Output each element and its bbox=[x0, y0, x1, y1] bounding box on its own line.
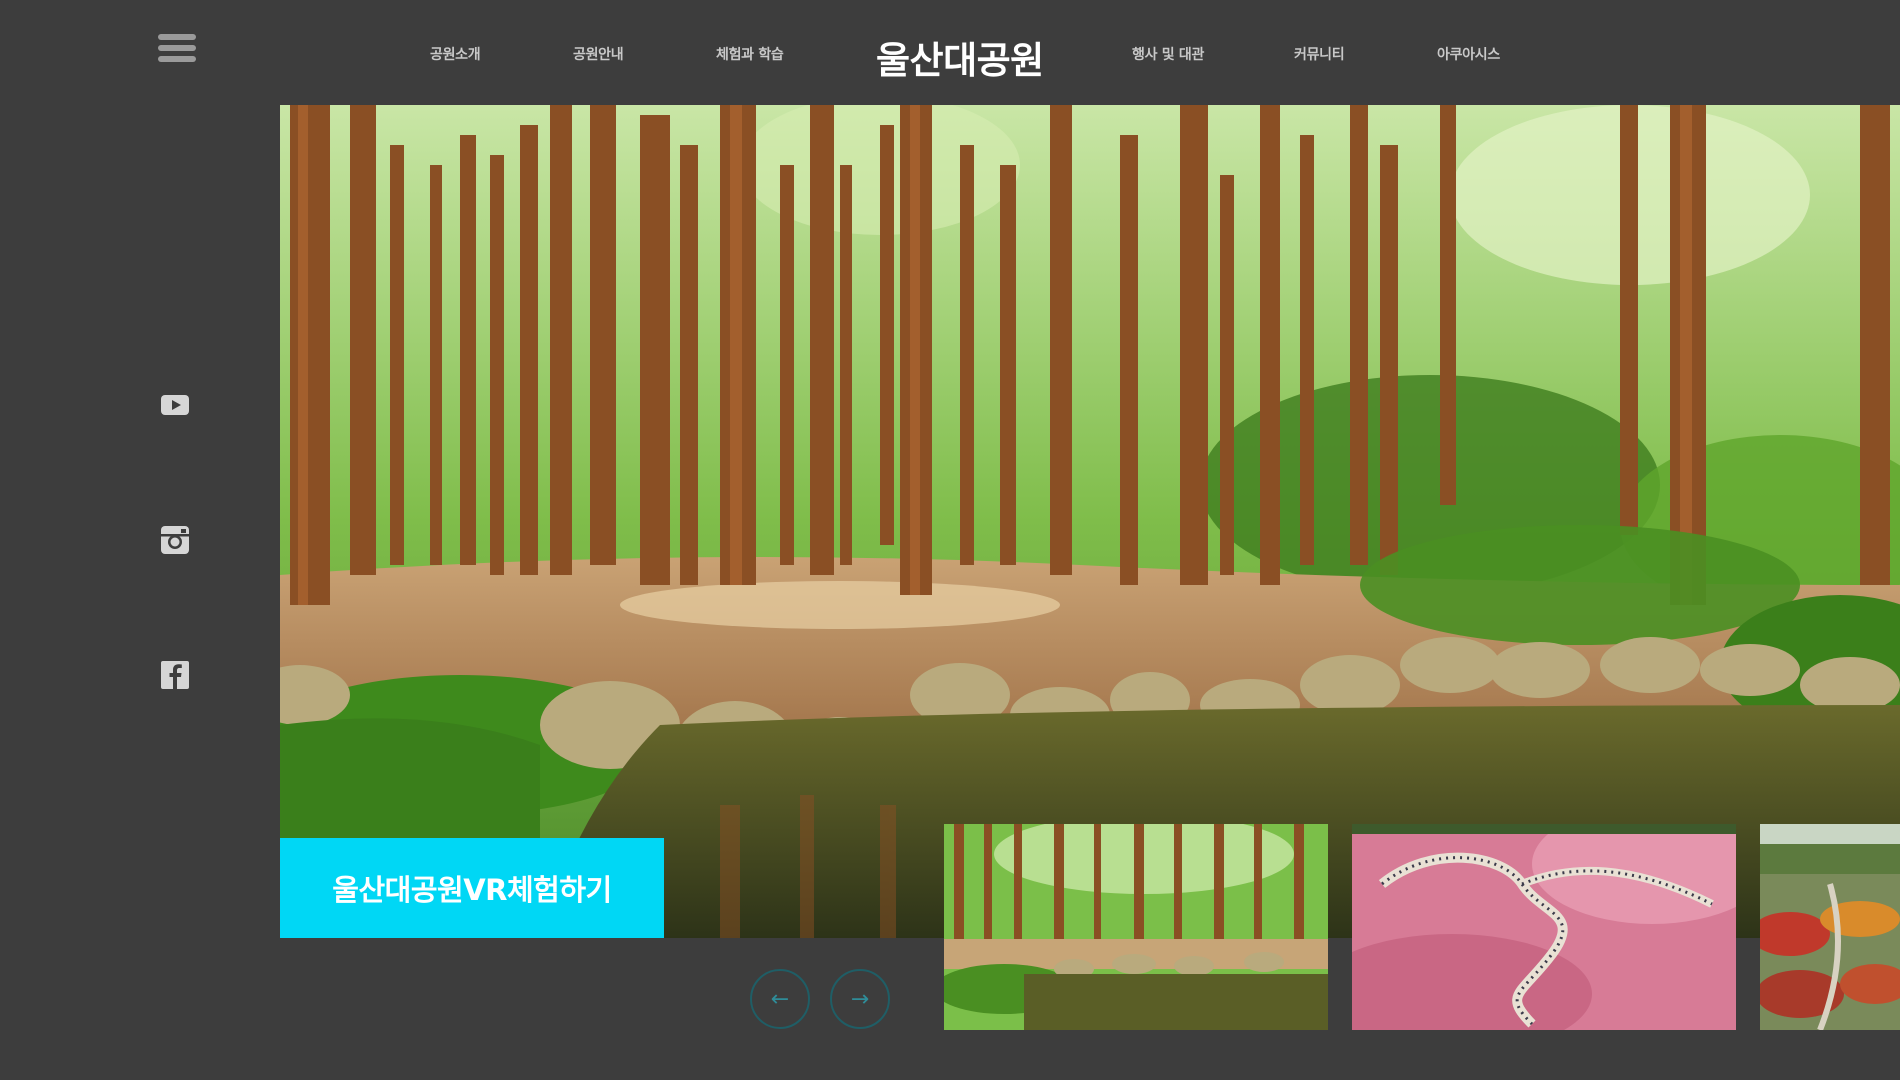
nav-park-intro[interactable]: 공원소개 bbox=[430, 44, 481, 64]
nav-experience-learning[interactable]: 체험과 학습 bbox=[716, 44, 784, 64]
hero-image-forest bbox=[280, 105, 1900, 938]
youtube-icon[interactable] bbox=[160, 390, 190, 420]
instagram-icon[interactable] bbox=[160, 525, 190, 555]
facebook-icon[interactable] bbox=[160, 660, 190, 690]
nav-community[interactable]: 커뮤니티 bbox=[1294, 44, 1345, 64]
nav-park-guide[interactable]: 공원안내 bbox=[573, 44, 624, 64]
thumbnail-flower-garden[interactable] bbox=[1760, 824, 1900, 1030]
prev-arrow-button[interactable]: ← bbox=[750, 969, 810, 1029]
hamburger-menu-icon[interactable] bbox=[158, 34, 196, 62]
vr-experience-button[interactable]: 울산대공원VR체험하기 bbox=[280, 838, 664, 938]
nav-events-rental[interactable]: 행사 및 대관 bbox=[1132, 44, 1204, 64]
thumbnail-forest-pond[interactable] bbox=[944, 824, 1328, 1030]
site-logo[interactable]: 울산대공원 bbox=[876, 30, 1044, 84]
thumbnail-pink-muhly-field[interactable] bbox=[1352, 824, 1736, 1030]
next-arrow-button[interactable]: → bbox=[830, 969, 890, 1029]
nav-aquasis[interactable]: 아쿠아시스 bbox=[1437, 44, 1500, 64]
